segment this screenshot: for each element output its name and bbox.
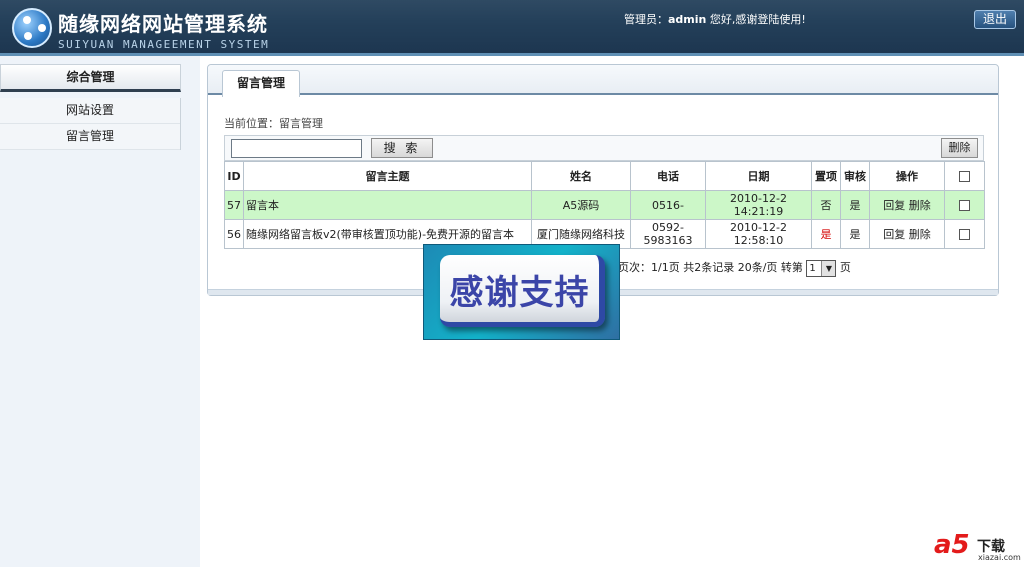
pager-suffix: 页	[839, 261, 851, 274]
cell-top[interactable]: 否	[811, 190, 841, 220]
messages-table: ID 留言主题 姓名 电话 日期 置项 审核 操作 57 留言本 A5源码 05…	[224, 161, 985, 249]
table-row: 57 留言本 A5源码 0516- 2010-12-2 14:21:19 否 是…	[224, 190, 985, 220]
thanks-banner-text: 感谢支持	[449, 273, 590, 313]
cell-actions: 回复 删除	[869, 190, 945, 220]
cell-select	[944, 219, 985, 249]
delete-selected-button[interactable]: 删除	[941, 138, 978, 158]
cell-date: 2010-12-2 12:58:10	[705, 219, 812, 249]
cell-audit[interactable]: 是	[840, 219, 870, 249]
reply-link[interactable]: 回复	[883, 199, 905, 212]
cell-phone: 0516-	[630, 190, 706, 220]
logo-icon	[12, 8, 52, 48]
cell-actions: 回复 删除	[869, 219, 945, 249]
col-header-name: 姓名	[531, 161, 631, 191]
cell-id: 56	[224, 219, 244, 249]
sidebar-item-message-management[interactable]: 留言管理	[0, 124, 180, 150]
cell-name: A5源码	[531, 190, 631, 220]
col-header-audit: 审核	[840, 161, 870, 191]
thanks-banner: 感谢支持	[423, 244, 620, 340]
col-header-top: 置项	[811, 161, 841, 191]
col-header-subject: 留言主题	[243, 161, 532, 191]
pagination: 页次：1/1页 共2条记录 20条/页 转第 1 ▼ 页	[618, 259, 851, 277]
thanks-banner-card: 感谢支持	[440, 255, 605, 327]
col-header-id: ID	[224, 161, 244, 191]
select-all-checkbox[interactable]	[959, 171, 970, 182]
search-toolbar: 搜 索 删除	[224, 135, 984, 161]
search-input[interactable]	[231, 139, 362, 158]
delete-link[interactable]: 删除	[909, 228, 931, 241]
tab-message-management[interactable]: 留言管理	[222, 70, 300, 97]
col-header-phone: 电话	[630, 161, 706, 191]
sidebar-menu: 网站设置 留言管理	[0, 98, 181, 150]
chevron-down-icon[interactable]: ▼	[821, 260, 836, 276]
admin-suffix: 您好,感谢登陆使用!	[706, 13, 806, 26]
watermark-logo: a5	[934, 530, 970, 560]
app-subtitle: SUIYUAN MANAGEEMENT SYSTEM	[58, 38, 270, 51]
col-header-actions: 操作	[869, 161, 945, 191]
admin-greeting: 管理员：admin 您好,感谢登陆使用!	[624, 11, 806, 27]
search-button[interactable]: 搜 索	[371, 138, 433, 158]
cell-top[interactable]: 是	[811, 219, 841, 249]
col-header-date: 日期	[705, 161, 812, 191]
cell-date: 2010-12-2 14:21:19	[705, 190, 812, 220]
sidebar-item-site-settings[interactable]: 网站设置	[0, 98, 180, 124]
cell-phone: 0592-5983163	[630, 219, 706, 249]
app-header: 随缘网络网站管理系统 SUIYUAN MANAGEEMENT SYSTEM 管理…	[0, 0, 1024, 56]
delete-link[interactable]: 删除	[909, 199, 931, 212]
app-title: 随缘网络网站管理系统	[58, 12, 268, 36]
row-checkbox[interactable]	[959, 229, 970, 240]
pager-text: 页次：1/1页 共2条记录 20条/页 转第	[618, 261, 803, 274]
cell-subject: 留言本	[243, 190, 532, 220]
site-watermark: a5 下载 xiazai.com	[934, 530, 1021, 564]
table-header-row: ID 留言主题 姓名 电话 日期 置项 审核 操作	[224, 161, 985, 191]
page-select[interactable]: 1 ▼	[806, 259, 837, 277]
logout-button[interactable]: 退出	[974, 10, 1016, 29]
sidebar-heading[interactable]: 综合管理	[0, 64, 181, 92]
page-select-value: 1	[809, 262, 816, 274]
admin-name: admin	[668, 13, 707, 26]
sidebar: 综合管理 网站设置 留言管理	[0, 56, 200, 567]
watermark-site: xiazai.com	[978, 553, 1021, 562]
cell-id: 57	[224, 190, 244, 220]
cell-select	[944, 190, 985, 220]
panel-tabbar: 留言管理	[208, 65, 998, 97]
cell-audit[interactable]: 是	[840, 190, 870, 220]
breadcrumb: 当前位置：留言管理	[224, 117, 323, 130]
admin-prefix: 管理员：	[624, 13, 668, 26]
col-header-select-all	[944, 161, 985, 191]
reply-link[interactable]: 回复	[883, 228, 905, 241]
row-checkbox[interactable]	[959, 200, 970, 211]
